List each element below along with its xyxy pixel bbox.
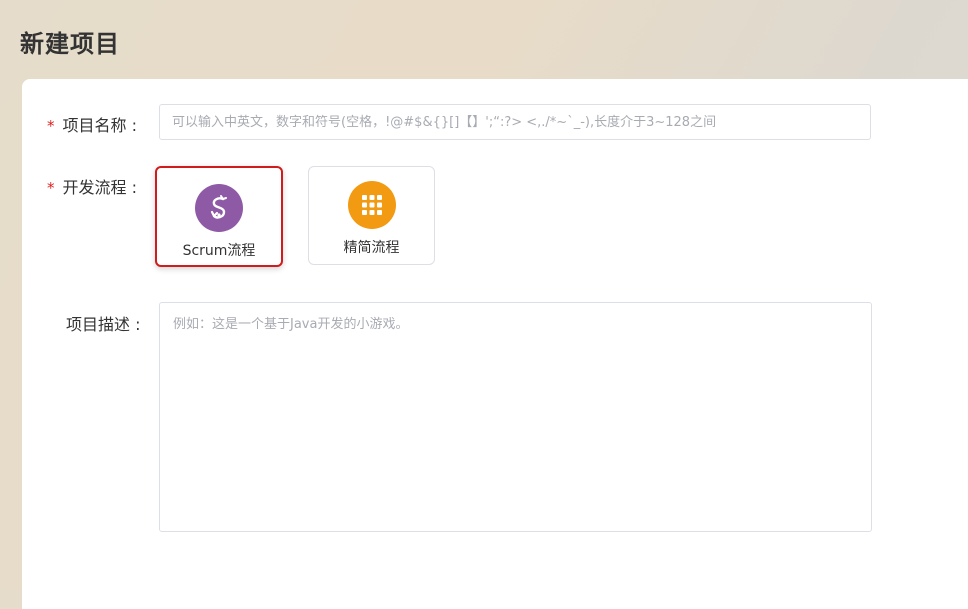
flow-option-scrum[interactable]: Scrum流程 — [155, 166, 283, 267]
flow-option-label: 精简流程 — [343, 240, 400, 256]
dev-flow-label-text: 开发流程 : — [62, 178, 137, 197]
project-name-input[interactable] — [159, 104, 871, 140]
flow-option-simple[interactable]: 精简流程 — [308, 166, 435, 265]
required-mark: * — [47, 179, 55, 197]
dev-flow-label: * 开发流程 : — [47, 174, 137, 198]
page-title: 新建项目 — [20, 30, 120, 58]
project-name-label: * 项目名称 : — [47, 112, 137, 136]
project-name-label-text: 项目名称 : — [62, 116, 137, 135]
description-label: 项目描述 : — [66, 315, 141, 334]
flow-option-label: Scrum流程 — [182, 243, 256, 259]
description-textarea[interactable] — [159, 302, 872, 532]
scrum-icon — [195, 184, 243, 232]
grid-icon — [347, 181, 396, 229]
required-mark: * — [47, 117, 55, 135]
